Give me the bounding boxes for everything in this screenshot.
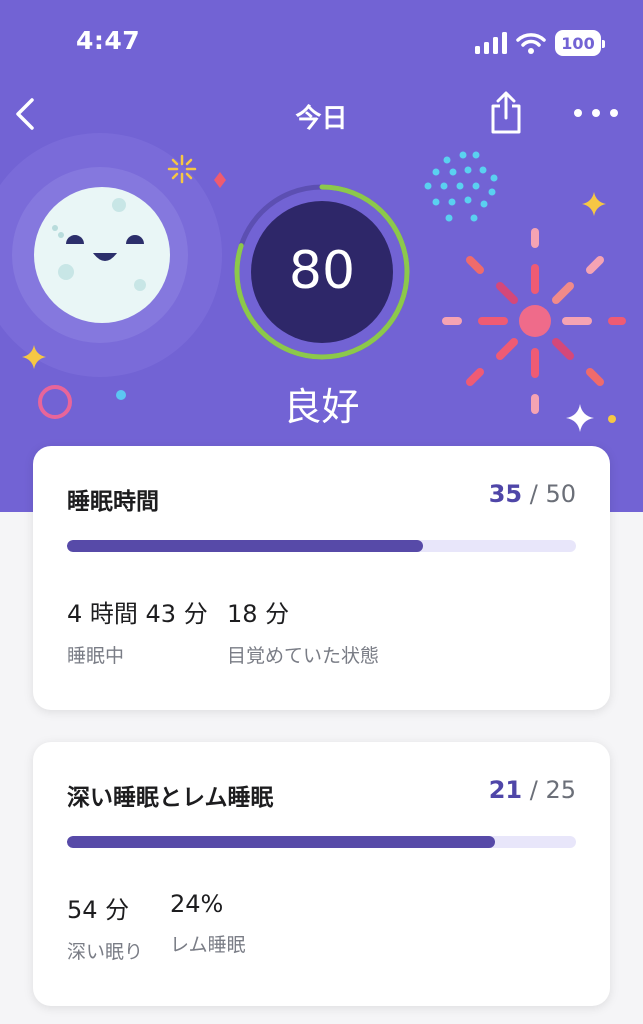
stat-rem-sleep: 24% レム睡眠: [170, 890, 246, 957]
sleep-score-label: 良好: [283, 385, 360, 429]
card-title: 深い睡眠とレム睡眠: [67, 785, 274, 811]
stat-label: レム睡眠: [170, 934, 246, 956]
stat-value: 24%: [170, 890, 224, 918]
stat-awake: 18 分 目覚めていた状態: [227, 594, 379, 668]
stat-value: 18 分: [227, 600, 290, 628]
card-score-max: 50: [545, 480, 576, 508]
hero-header: 4:47 100 今日 80 良好: [0, 0, 643, 512]
stat-value: 54 分: [67, 896, 130, 924]
page-title: 今日: [295, 104, 348, 134]
sleep-score: 80: [288, 241, 356, 301]
card-score: 21 / 25: [488, 776, 576, 804]
deep-rem-sleep-card[interactable]: 深い睡眠とレム睡眠 21 / 25 54 分 深い眠り 24% レム睡眠: [33, 742, 610, 1006]
stat-asleep: 4 時間 43 分 睡眠中: [67, 594, 208, 668]
sleep-duration-card[interactable]: 睡眠時間 35 / 50 4 時間 43 分 睡眠中 18 分 目覚めていた状態: [33, 446, 610, 710]
signal-icon: [475, 32, 507, 54]
nav-bar: 今日: [0, 84, 643, 144]
progress-bar: [67, 540, 576, 552]
progress-fill: [67, 836, 495, 848]
stat-label: 深い眠り: [67, 941, 144, 963]
progress-fill: [67, 540, 424, 552]
stat-label: 目覚めていた状態: [227, 645, 380, 667]
wifi-icon: [516, 33, 546, 54]
progress-bar: [67, 836, 576, 848]
status-bar: 4:47 100: [0, 0, 643, 84]
status-time: 4:47: [76, 26, 141, 55]
card-score: 35 / 50: [488, 480, 576, 508]
moon-mascot-icon: [34, 187, 170, 323]
stat-deep-sleep: 54 分 深い眠り: [67, 890, 143, 964]
stat-label: 睡眠中: [67, 645, 125, 667]
more-icon[interactable]: [570, 98, 622, 128]
stat-value: 4 時間 43 分: [67, 600, 208, 628]
share-icon[interactable]: [486, 90, 526, 136]
card-score-max: 25: [545, 776, 576, 804]
status-icons: 100: [475, 30, 605, 56]
battery-indicator: 100: [555, 30, 605, 56]
card-score-value: 21: [488, 776, 523, 804]
card-score-value: 35: [488, 480, 523, 508]
card-title: 睡眠時間: [67, 489, 159, 515]
